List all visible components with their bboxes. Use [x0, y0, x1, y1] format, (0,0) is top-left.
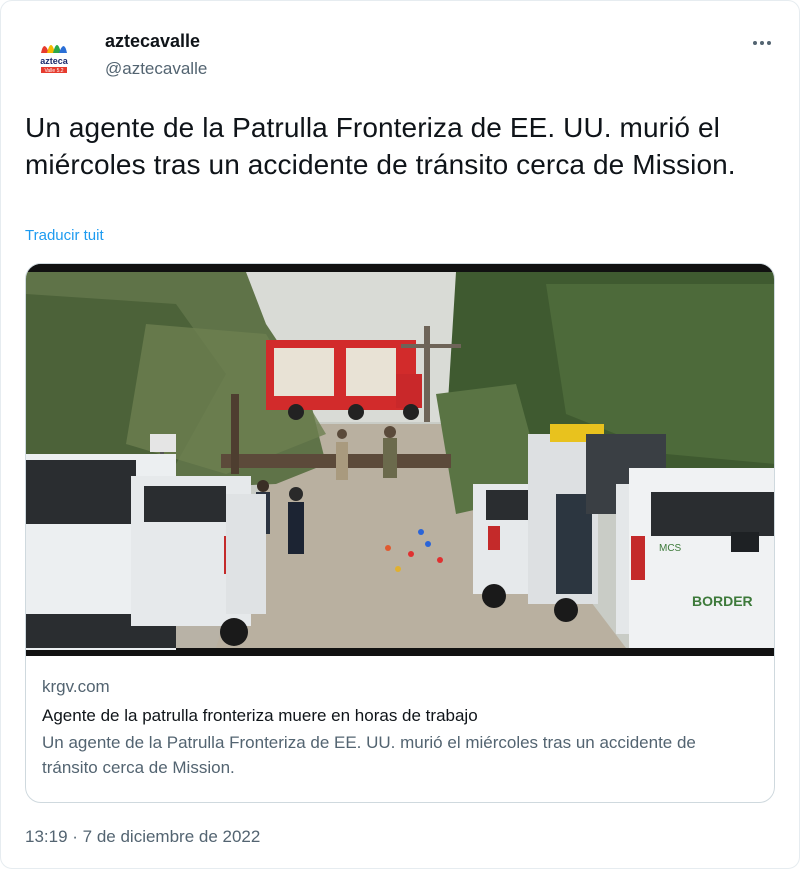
card-image[interactable]: MCS BORDER [26, 264, 774, 656]
avatar[interactable]: azteca Valle 5.2 [31, 33, 77, 79]
display-name[interactable]: aztecavalle [105, 29, 207, 53]
vehicle-border-text: BORDER [692, 593, 753, 609]
card-title: Agente de la patrulla fronteriza muere e… [42, 706, 478, 725]
dot [760, 41, 764, 45]
card-domain: krgv.com [42, 677, 110, 696]
link-card[interactable]: MCS BORDER krgv.com Agente de la patrull… [25, 263, 775, 803]
more-options-icon[interactable] [747, 33, 777, 53]
news-photo: MCS BORDER [26, 264, 774, 656]
card-info: krgv.com Agente de la patrulla fronteriz… [26, 656, 774, 780]
tweet-header: azteca Valle 5.2 aztecavalle @aztecavall… [25, 27, 777, 81]
user-handle[interactable]: @aztecavalle [105, 57, 207, 81]
tweet-timestamp[interactable]: 13:19 · 7 de diciembre de 2022 [25, 827, 260, 847]
vehicle-small-text: MCS [659, 543, 682, 554]
azteca-logo-icon: azteca Valle 5.2 [31, 33, 77, 79]
dot [753, 41, 757, 45]
avatar-logo-text: azteca [40, 56, 69, 66]
translate-tweet-link[interactable]: Traducir tuit [25, 227, 104, 244]
tweet-container: azteca Valle 5.2 aztecavalle @aztecavall… [0, 0, 800, 869]
dot [767, 41, 771, 45]
card-description: Un agente de la Patrulla Fronteriza de E… [42, 733, 696, 777]
avatar-logo-subtext: Valle 5.2 [44, 68, 63, 74]
user-info: aztecavalle @aztecavalle [105, 29, 207, 81]
tweet-text: Un agente de la Patrulla Fronteriza de E… [25, 112, 736, 180]
